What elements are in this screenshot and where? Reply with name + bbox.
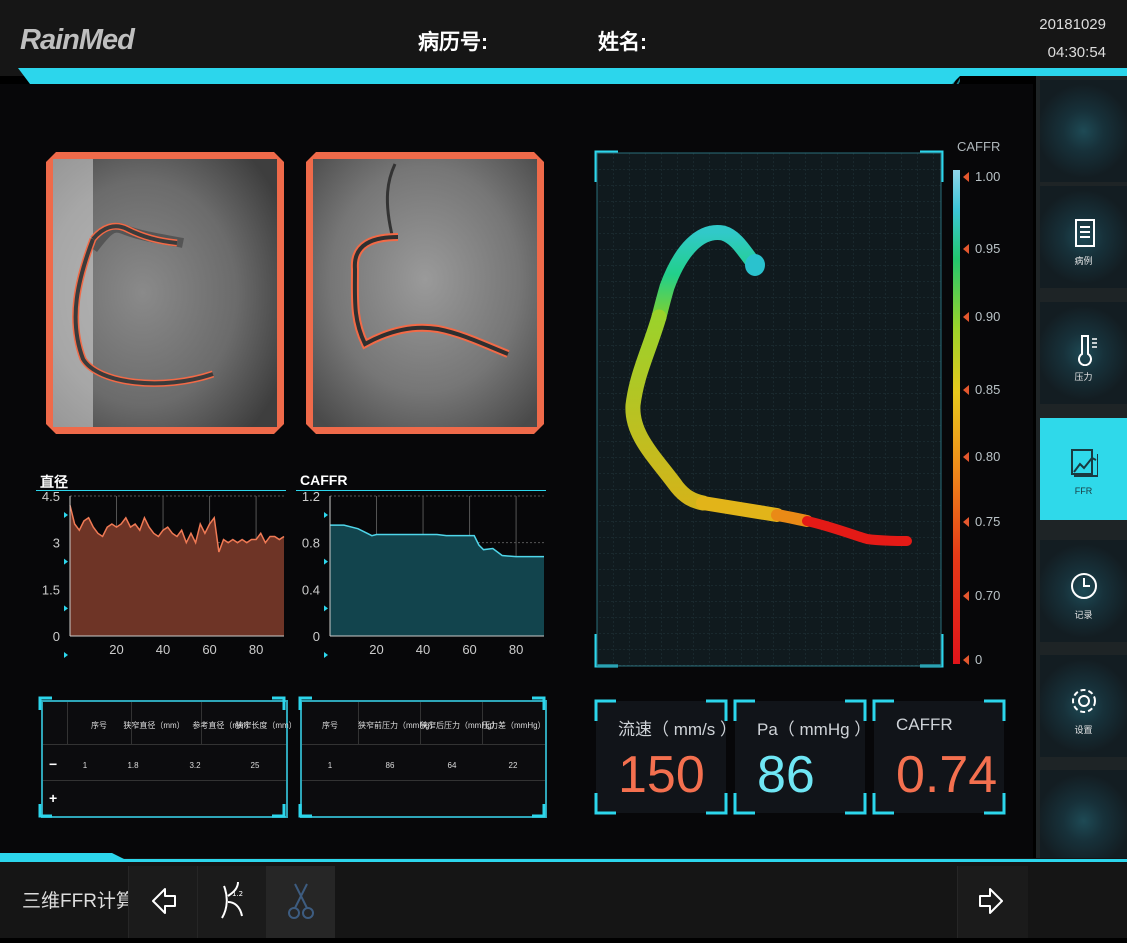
- metric-label: 流速（ mm/s ）: [618, 720, 737, 739]
- metric-value: 0.74: [896, 746, 998, 804]
- metric-box: CAFFR 0.74: [872, 699, 1006, 815]
- chart-y-tick-label: 0.4: [302, 582, 320, 597]
- chart-y-tick-marker: [324, 605, 328, 612]
- sidebar-item-label: 压力: [1074, 372, 1093, 382]
- viewer-frame-decor: [594, 150, 944, 668]
- chart-y-tick-marker: [324, 558, 328, 565]
- chart-y-tick-marker: [64, 558, 68, 565]
- vessel-tool-button[interactable]: 1.2: [197, 866, 266, 938]
- sidebar-item-thermometer[interactable]: 压力: [1040, 302, 1127, 404]
- caffr-chart-title: CAFFR: [300, 472, 348, 488]
- metric-box: 流速（ mm/s ） 150: [594, 699, 737, 815]
- chart-x-tick-label: 20: [369, 642, 383, 657]
- svg-text:1.2: 1.2: [232, 890, 243, 898]
- diameter-chart-title: 直径: [40, 474, 68, 490]
- arrow-left-icon: [152, 888, 176, 914]
- sidebar-item-clock[interactable]: 记录: [1040, 540, 1127, 642]
- scale-tick-marker: [963, 452, 969, 462]
- chart-y-tick-label: 0: [53, 629, 60, 644]
- sidebar-item-label: 设置: [1074, 725, 1093, 735]
- chart-y-tick-label: 4.5: [42, 490, 60, 504]
- scale-tick-label: 1.00: [975, 169, 1001, 184]
- metric-label: CAFFR: [896, 715, 953, 734]
- scale-tick-marker: [963, 312, 969, 322]
- caffr-chart: 1.2 0.8 0.4 0 20 40 60 80: [296, 490, 546, 658]
- scale-tick-label: 0.95: [975, 241, 1001, 256]
- module-title: 三维FFR计算: [22, 891, 135, 912]
- footer-accent-bar: [0, 853, 1127, 862]
- sidebar-item-document[interactable]: 病例: [1040, 186, 1127, 288]
- metric-label: Pa（ mmHg ）: [757, 720, 872, 739]
- scale-tick-marker: [963, 655, 969, 665]
- angiogram-view-1[interactable]: [46, 152, 284, 434]
- chart-x-tick-label: 80: [249, 642, 263, 657]
- metric-box: Pa（ mmHg ） 86: [733, 699, 871, 815]
- scale-title: CAFFR: [957, 139, 1001, 154]
- scale-tick-label: 0.80: [975, 449, 1001, 464]
- scale-tick-label: 0.85: [975, 382, 1001, 397]
- table-frame-decor: [38, 696, 546, 818]
- chart-y-tick-label: 0.8: [302, 536, 320, 551]
- chart-y-tick-label: 0: [313, 629, 320, 644]
- scale-tick-marker: [963, 172, 969, 182]
- chart-x-tick-label: 20: [109, 642, 123, 657]
- angiogram-view-2[interactable]: [306, 152, 544, 434]
- chart-x-tick-label: 60: [462, 642, 476, 657]
- chart-x-tick-label: 40: [156, 642, 170, 657]
- scale-tick-marker: [963, 244, 969, 254]
- chart-x-tick-label: 40: [416, 642, 430, 657]
- sidebar-item-label: 记录: [1074, 610, 1093, 620]
- scale-tick-label: 0: [975, 652, 983, 667]
- sidebar-item-gear[interactable]: 设置: [1040, 655, 1127, 757]
- clock-icon: [1071, 573, 1097, 599]
- scale-tick-marker: [963, 517, 969, 527]
- chart-area: [70, 505, 284, 636]
- sidebar-item-empty: [1040, 80, 1127, 182]
- metric-value: 86: [757, 746, 815, 804]
- sidebar-item-label: FFR: [1074, 486, 1093, 496]
- document-icon: [1075, 219, 1095, 247]
- caffr-color-scale: [953, 170, 960, 664]
- thermometer-icon: [1078, 335, 1097, 366]
- back-button[interactable]: [128, 866, 197, 938]
- diameter-chart: 4.5 3 1.5 0 20 40 60 80: [36, 490, 286, 658]
- sidebar-item-ffr-chart[interactable]: FFR: [1040, 418, 1127, 520]
- angiogram-image-2: [313, 159, 537, 427]
- chart-y-tick-label: 1.2: [302, 490, 320, 504]
- scale-tick-label: 0.70: [975, 588, 1001, 603]
- chart-area: [330, 525, 544, 636]
- chart-x-tick-label: 80: [509, 642, 523, 657]
- scale-tick-label: 0.75: [975, 514, 1001, 529]
- arrow-right-icon: [979, 888, 1003, 914]
- chart-y-tick-marker: [324, 512, 328, 518]
- chart-y-tick-label: 1.5: [42, 582, 60, 597]
- next-button[interactable]: [957, 866, 1028, 938]
- scale-tick-marker: [963, 591, 969, 601]
- header-accent-bar: [18, 68, 1127, 84]
- metric-value: 150: [618, 746, 705, 804]
- chart-y-tick-marker: [64, 652, 68, 658]
- ffr-chart-icon: [1071, 449, 1098, 477]
- chart-x-tick-label: 60: [202, 642, 216, 657]
- gear-icon: [1072, 689, 1096, 713]
- cut-tool-button[interactable]: [266, 866, 335, 938]
- scissors-icon: [288, 883, 314, 919]
- scale-tick-label: 0.90: [975, 309, 1001, 324]
- chart-y-tick-marker: [324, 652, 328, 658]
- vessel-icon: 1.2: [221, 881, 243, 919]
- scale-tick-marker: [963, 385, 969, 395]
- chart-y-tick-label: 3: [53, 536, 60, 551]
- angiogram-image-1: [53, 159, 277, 427]
- chart-y-tick-marker: [64, 605, 68, 612]
- sidebar-item-label: 病例: [1074, 256, 1093, 266]
- chart-y-tick-marker: [64, 512, 68, 518]
